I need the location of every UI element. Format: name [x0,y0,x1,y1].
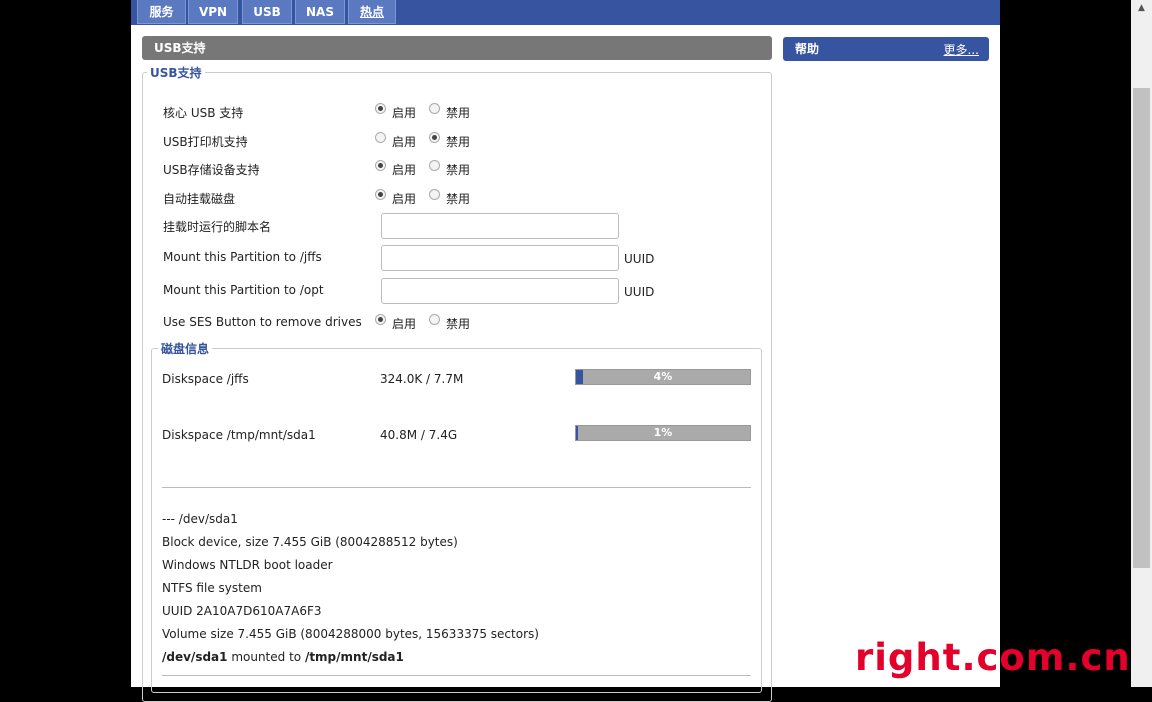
top-tab-bar: 服务 VPN USB NAS 热点 [131,0,1000,25]
ses-button-enable-text: 启用 [392,317,417,331]
automount-disable-radio[interactable] [429,189,440,200]
usb-printer-enable-text: 启用 [392,135,417,149]
help-panel-header: 帮助 更多... [783,37,989,61]
automount-enable-text: 启用 [392,192,417,206]
mount-jffs-label: Mount this Partition to /jffs [163,250,322,264]
diskspace-jffs-percent: 4% [653,370,673,383]
mount-jffs-uuid-label: UUID [624,252,655,266]
divider-top [162,487,751,488]
usb-printer-disable-radio[interactable] [429,132,440,143]
divider-bottom [162,675,751,676]
vertical-scrollbar[interactable]: ▲ [1131,0,1152,687]
automount-enable-radio[interactable] [375,189,386,200]
usb-storage-enable-radio[interactable] [375,160,386,171]
usb-fieldset-legend: USB支持 [147,64,205,81]
device-info-line: Block device, size 7.455 GiB (8004288512… [162,535,458,549]
diskspace-sda1-value: 40.8M / 7.4G [380,428,458,442]
tab-nas[interactable]: NAS [295,0,345,24]
router-admin-page: 服务 VPN USB NAS 热点 USB支持 帮助 更多... USB支持 核… [131,0,1000,702]
help-title: 帮助 [795,42,820,56]
diskspace-sda1-bar: 1% [575,425,751,441]
usb-printer-disable-text: 禁用 [446,135,471,149]
mount-opt-label: Mount this Partition to /opt [163,283,324,297]
core-usb-disable-text: 禁用 [446,106,471,120]
usb-printer-label: USB打印机支持 [163,135,248,149]
tab-hotspot[interactable]: 热点 [348,0,396,24]
tab-usb[interactable]: USB [242,0,292,24]
tab-services[interactable]: 服务 [137,0,186,24]
mount-opt-input[interactable] [381,278,619,304]
mount-jffs-input[interactable] [381,245,619,271]
tab-vpn[interactable]: VPN [188,0,238,24]
diskspace-jffs-bar: 4% [575,369,751,385]
ses-button-label: Use SES Button to remove drives [163,315,362,329]
watermark-logo: right.com.cn [855,636,1131,679]
core-usb-enable-radio[interactable] [375,103,386,114]
core-usb-enable-text: 启用 [392,106,417,120]
device-info-line: UUID 2A10A7D610A7A6F3 [162,604,322,618]
diskspace-sda1-percent: 1% [653,426,673,439]
scroll-up-arrow-icon[interactable]: ▲ [1131,0,1152,17]
mount-opt-uuid-label: UUID [624,285,655,299]
mount-script-label: 挂载时运行的脚本名 [163,220,272,234]
section-title: USB支持 [154,41,206,55]
ses-button-disable-radio[interactable] [429,314,440,325]
ses-button-disable-text: 禁用 [446,317,471,331]
core-usb-disable-radio[interactable] [429,103,440,114]
mount-target: /tmp/mnt/sda1 [304,650,404,664]
usb-storage-label: USB存储设备支持 [163,163,260,177]
diskspace-jffs-value: 324.0K / 7.7M [380,372,464,386]
diskspace-sda1-label: Diskspace /tmp/mnt/sda1 [162,428,316,442]
device-info-line: Windows NTLDR boot loader [162,558,333,572]
mount-device: /dev/sda1 [162,650,228,664]
section-title-bar: USB支持 [142,36,772,60]
mount-status-line: /dev/sda1 mounted to /tmp/mnt/sda1 [162,650,404,664]
device-info-line: NTFS file system [162,581,262,595]
usb-storage-disable-text: 禁用 [446,163,471,177]
mount-middle-text: mounted to [227,650,305,664]
core-usb-label: 核心 USB 支持 [163,106,244,120]
usb-storage-disable-radio[interactable] [429,160,440,171]
ses-button-enable-radio[interactable] [375,314,386,325]
disk-info-legend: 磁盘信息 [158,340,213,357]
disk-info-fieldset: 磁盘信息 [151,340,762,693]
mount-script-input[interactable] [381,213,619,239]
device-info-line: --- /dev/sda1 [162,512,238,526]
scrollbar-thumb[interactable] [1133,88,1150,568]
usb-storage-enable-text: 启用 [392,163,417,177]
device-info-line: Volume size 7.455 GiB (8004288000 bytes,… [162,627,539,641]
automount-label: 自动挂载磁盘 [163,192,236,206]
diskspace-jffs-label: Diskspace /jffs [162,372,249,386]
usb-printer-enable-radio[interactable] [375,132,386,143]
automount-disable-text: 禁用 [446,192,471,206]
help-more-link[interactable]: 更多... [944,37,979,63]
